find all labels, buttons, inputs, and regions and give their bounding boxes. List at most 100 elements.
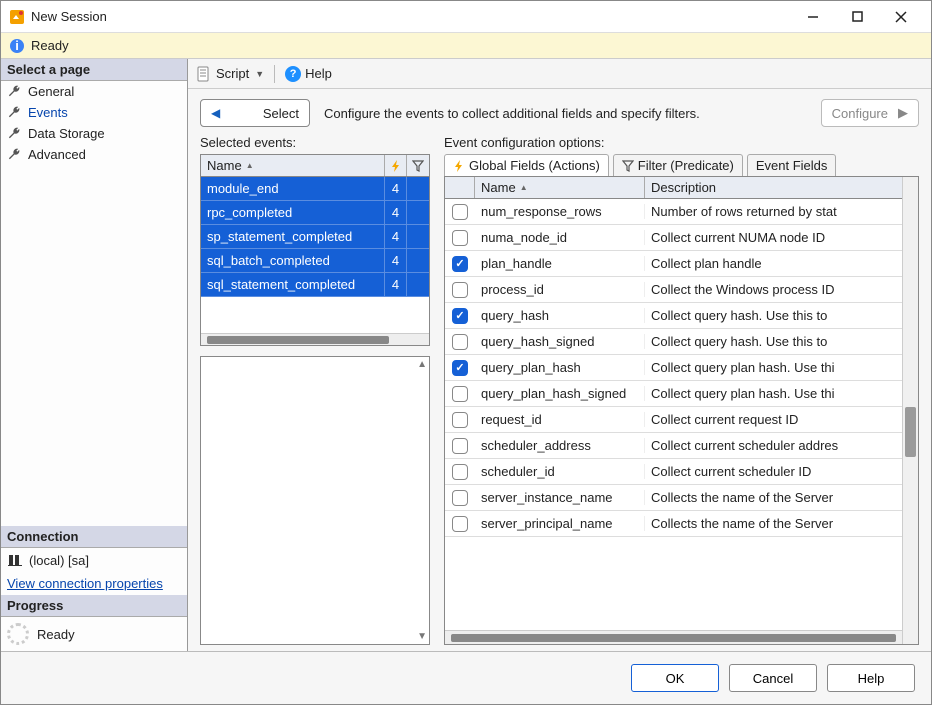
field-checkbox[interactable]: ✓ xyxy=(445,256,475,272)
fields-header-checkbox[interactable] xyxy=(445,177,475,198)
field-checkbox[interactable] xyxy=(445,516,475,532)
sidebar-item-label: Events xyxy=(28,105,68,120)
event-row[interactable]: sp_statement_completed4 xyxy=(201,225,429,249)
field-row[interactable]: ✓query_hashCollect query hash. Use this … xyxy=(445,303,902,329)
fields-grid-body: num_response_rowsNumber of rows returned… xyxy=(445,199,902,630)
field-description: Collect query plan hash. Use thi xyxy=(645,360,902,375)
field-description: Collects the name of the Server xyxy=(645,490,902,505)
tab-global-fields[interactable]: Global Fields (Actions) xyxy=(444,154,609,176)
events-hscrollbar[interactable] xyxy=(201,333,429,345)
window: New Session i Ready Select a page Genera… xyxy=(0,0,932,705)
select-button[interactable]: ◀ Select xyxy=(200,99,310,127)
configure-button[interactable]: Configure ▶ xyxy=(821,99,919,127)
event-row[interactable]: rpc_completed4 xyxy=(201,201,429,225)
progress-spinner-icon xyxy=(7,623,29,645)
field-row[interactable]: query_hash_signedCollect query hash. Use… xyxy=(445,329,902,355)
event-row[interactable]: sql_batch_completed4 xyxy=(201,249,429,273)
field-checkbox[interactable] xyxy=(445,204,475,220)
wrench-icon xyxy=(7,126,22,141)
field-row[interactable]: numa_node_idCollect current NUMA node ID xyxy=(445,225,902,251)
field-checkbox[interactable] xyxy=(445,386,475,402)
minimize-icon xyxy=(807,11,819,23)
scroll-up-icon[interactable]: ▲ xyxy=(417,359,427,370)
field-name: query_plan_hash_signed xyxy=(475,386,645,401)
window-title: New Session xyxy=(31,9,107,24)
events-header-actions[interactable] xyxy=(385,155,407,176)
field-name: num_response_rows xyxy=(475,204,645,219)
field-row[interactable]: scheduler_idCollect current scheduler ID xyxy=(445,459,902,485)
minimize-button[interactable] xyxy=(791,2,835,32)
close-button[interactable] xyxy=(879,2,923,32)
filter-icon xyxy=(622,160,634,172)
chevron-down-icon[interactable]: ▼ xyxy=(255,69,264,79)
sidebar-item-label: General xyxy=(28,84,74,99)
ok-button[interactable]: OK xyxy=(631,664,719,692)
field-row[interactable]: process_idCollect the Windows process ID xyxy=(445,277,902,303)
field-row[interactable]: ✓plan_handleCollect plan handle xyxy=(445,251,902,277)
field-row[interactable]: scheduler_addressCollect current schedul… xyxy=(445,433,902,459)
cancel-button[interactable]: Cancel xyxy=(729,664,817,692)
status-text: Ready xyxy=(31,38,69,53)
svg-text:i: i xyxy=(15,38,19,53)
fields-header-name[interactable]: Name ▲ xyxy=(475,177,645,198)
maximize-button[interactable] xyxy=(835,2,879,32)
event-row[interactable]: module_end4 xyxy=(201,177,429,201)
field-checkbox[interactable] xyxy=(445,334,475,350)
configure-label: Configure xyxy=(832,106,888,121)
field-checkbox[interactable]: ✓ xyxy=(445,360,475,376)
field-name: server_instance_name xyxy=(475,490,645,505)
sidebar-item-label: Data Storage xyxy=(28,126,105,141)
field-description: Collect query hash. Use this to xyxy=(645,308,902,323)
fields-vscrollbar[interactable] xyxy=(902,177,918,644)
field-name: query_hash xyxy=(475,308,645,323)
script-button[interactable]: Script xyxy=(216,66,249,81)
field-checkbox[interactable] xyxy=(445,438,475,454)
field-name: process_id xyxy=(475,282,645,297)
scroll-down-icon[interactable]: ▼ xyxy=(417,631,427,642)
field-row[interactable]: request_idCollect current request ID xyxy=(445,407,902,433)
help-icon: ? xyxy=(285,66,301,82)
field-checkbox[interactable]: ✓ xyxy=(445,308,475,324)
content: ◀ Select Configure the events to collect… xyxy=(188,89,931,651)
field-checkbox[interactable] xyxy=(445,490,475,506)
help-button[interactable]: Help xyxy=(827,664,915,692)
sidebar-item-label: Advanced xyxy=(28,147,86,162)
field-row[interactable]: ✓query_plan_hashCollect query plan hash.… xyxy=(445,355,902,381)
fields-header-description[interactable]: Description xyxy=(645,177,902,198)
sidebar-item-events[interactable]: Events xyxy=(1,102,187,123)
field-checkbox[interactable] xyxy=(445,412,475,428)
events-grid-header: Name ▲ xyxy=(201,155,429,177)
fields-hscrollbar[interactable] xyxy=(445,630,902,644)
event-row[interactable]: sql_statement_completed4 xyxy=(201,273,429,297)
toolbar: Script ▼ ? Help xyxy=(188,59,931,89)
field-row[interactable]: num_response_rowsNumber of rows returned… xyxy=(445,199,902,225)
help-button[interactable]: Help xyxy=(305,66,332,81)
events-header-filter[interactable] xyxy=(407,155,429,176)
config-options-label: Event configuration options: xyxy=(444,135,919,150)
wrench-icon xyxy=(7,147,22,162)
field-checkbox[interactable] xyxy=(445,282,475,298)
sidebar-item-advanced[interactable]: Advanced xyxy=(1,144,187,165)
sidebar-item-data-storage[interactable]: Data Storage xyxy=(1,123,187,144)
select-label: Select xyxy=(263,106,299,121)
field-checkbox[interactable] xyxy=(445,230,475,246)
tab-filter-predicate[interactable]: Filter (Predicate) xyxy=(613,154,743,176)
progress-row: Ready xyxy=(1,617,187,651)
fields-grid-header: Name ▲ Description xyxy=(445,177,902,199)
lightning-icon xyxy=(390,160,402,172)
events-header-name[interactable]: Name ▲ xyxy=(201,155,385,176)
sidebar-item-general[interactable]: General xyxy=(1,81,187,102)
sort-asc-icon: ▲ xyxy=(246,161,254,170)
close-icon xyxy=(895,11,907,23)
wrench-icon xyxy=(7,105,22,120)
field-checkbox[interactable] xyxy=(445,464,475,480)
tab-event-fields[interactable]: Event Fields xyxy=(747,154,837,176)
field-row[interactable]: server_principal_nameCollects the name o… xyxy=(445,511,902,537)
field-name: server_principal_name xyxy=(475,516,645,531)
event-description-panel: ▲ ▼ xyxy=(200,356,430,645)
field-row[interactable]: query_plan_hash_signedCollect query plan… xyxy=(445,381,902,407)
field-row[interactable]: server_instance_nameCollects the name of… xyxy=(445,485,902,511)
view-connection-properties-link[interactable]: View connection properties xyxy=(1,572,187,595)
field-description: Collects the name of the Server xyxy=(645,516,902,531)
columns-row: Selected events: Name ▲ xyxy=(200,135,919,645)
